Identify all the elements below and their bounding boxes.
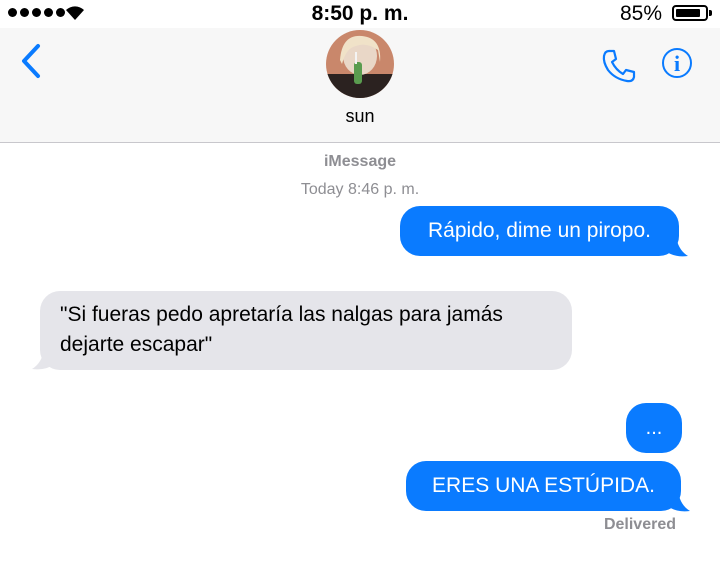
contact-name[interactable]: sun: [0, 106, 720, 127]
outgoing-message[interactable]: ERES UNA ESTÚPIDA.: [406, 461, 681, 511]
outgoing-message[interactable]: Rápido, dime un piropo.: [400, 206, 679, 256]
avatar[interactable]: [326, 30, 394, 98]
message-text: "Si fueras pedo apretaría las nalgas par…: [60, 303, 503, 356]
back-chevron-icon[interactable]: [18, 42, 44, 80]
delivered-status: Delivered: [603, 516, 676, 533]
outgoing-tail: [664, 236, 688, 257]
outgoing-message[interactable]: ...: [626, 403, 682, 453]
battery-icon: [672, 5, 708, 21]
service-label: iMessage: [323, 153, 397, 170]
conversation-header: sun i: [0, 28, 720, 143]
status-bar: 8:50 p. m. 85%: [0, 0, 720, 28]
message-text: ...: [645, 417, 663, 439]
outgoing-tail: [666, 491, 690, 512]
incoming-tail: [32, 349, 56, 370]
info-icon[interactable]: i: [662, 48, 692, 78]
battery-tip: [709, 10, 712, 16]
message-text: Rápido, dime un piropo.: [428, 219, 651, 242]
incoming-message[interactable]: "Si fueras pedo apretaría las nalgas par…: [40, 291, 572, 370]
message-timestamp: Today 8:46 p. m.: [300, 181, 420, 198]
phone-icon[interactable]: [600, 48, 638, 84]
battery-percentage: 85%: [619, 2, 662, 25]
status-time: 8:50 p. m.: [311, 2, 409, 25]
message-text: ERES UNA ESTÚPIDA.: [432, 474, 655, 497]
